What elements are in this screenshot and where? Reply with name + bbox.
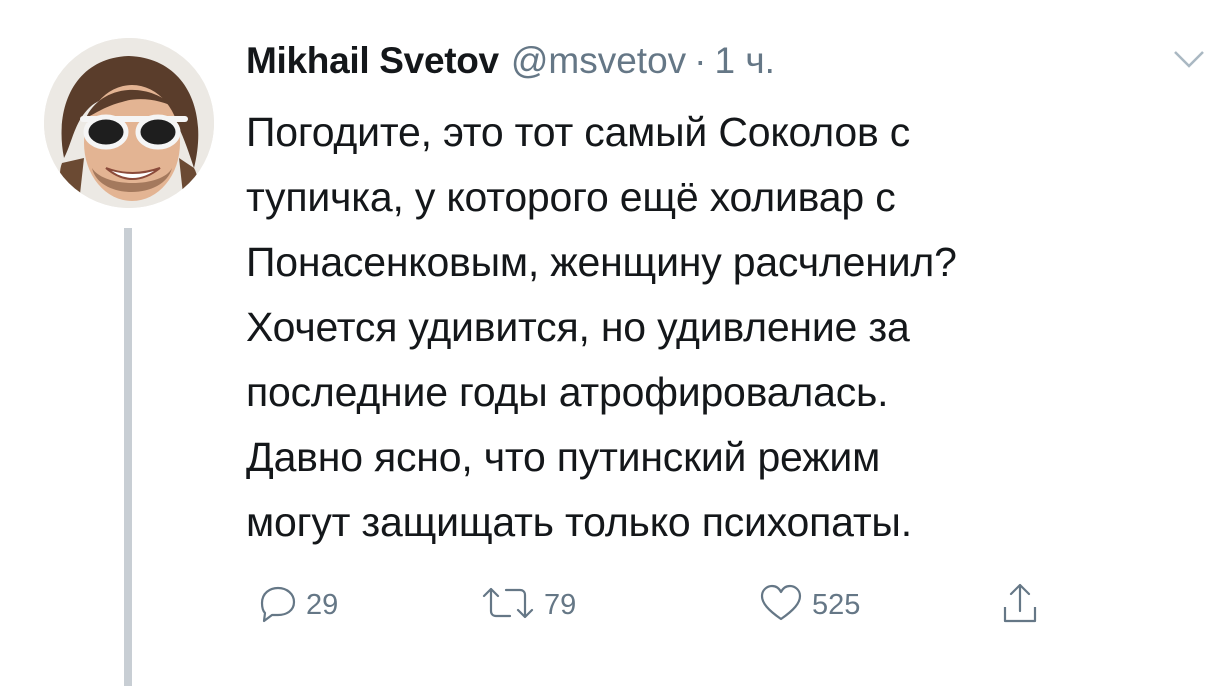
- author-handle[interactable]: @msvetov: [511, 40, 686, 82]
- reply-button[interactable]: 29: [254, 580, 338, 630]
- tweet-text-line: Давно ясно, что путинский режим: [246, 434, 881, 480]
- tweet-timestamp[interactable]: 1 ч.: [715, 40, 775, 82]
- tweet-text-line: тупичка, у которого ещё холивар с: [246, 174, 896, 220]
- heart-icon: [758, 583, 804, 628]
- reply-icon: [254, 583, 298, 628]
- share-icon: [1000, 581, 1040, 630]
- retweet-count: 79: [544, 588, 577, 621]
- avatar[interactable]: [44, 38, 214, 208]
- author-name[interactable]: Mikhail Svetov: [246, 40, 499, 82]
- tweet-text: Погодите, это тот самый Соколов с тупичк…: [246, 100, 1206, 555]
- retweet-button[interactable]: 79: [480, 580, 576, 630]
- tweet-text-line: Хочется удивится, но удивление за: [246, 304, 910, 350]
- separator-dot: ·: [694, 40, 707, 81]
- like-button[interactable]: 525: [758, 580, 860, 630]
- tweet-text-line: Понасенковым, женщину расчленил?: [246, 239, 957, 285]
- like-count: 525: [812, 588, 861, 621]
- tweet: Mikhail Svetov @msvetov · 1 ч. Погодите,…: [0, 0, 1230, 686]
- tweet-header: Mikhail Svetov @msvetov · 1 ч.: [246, 40, 775, 90]
- reply-count: 29: [306, 588, 339, 621]
- retweet-icon: [480, 583, 536, 628]
- chevron-down-icon[interactable]: [1172, 48, 1206, 70]
- tweet-text-line: последние годы атрофировалась.: [246, 369, 889, 415]
- tweet-text-line: могут защищать только психопаты.: [246, 499, 912, 545]
- tweet-text-line: Погодите, это тот самый Соколов с: [246, 109, 911, 155]
- tweet-actions: 29 79 525: [246, 580, 1146, 630]
- thread-line: [124, 228, 132, 686]
- share-button[interactable]: [1000, 580, 1040, 630]
